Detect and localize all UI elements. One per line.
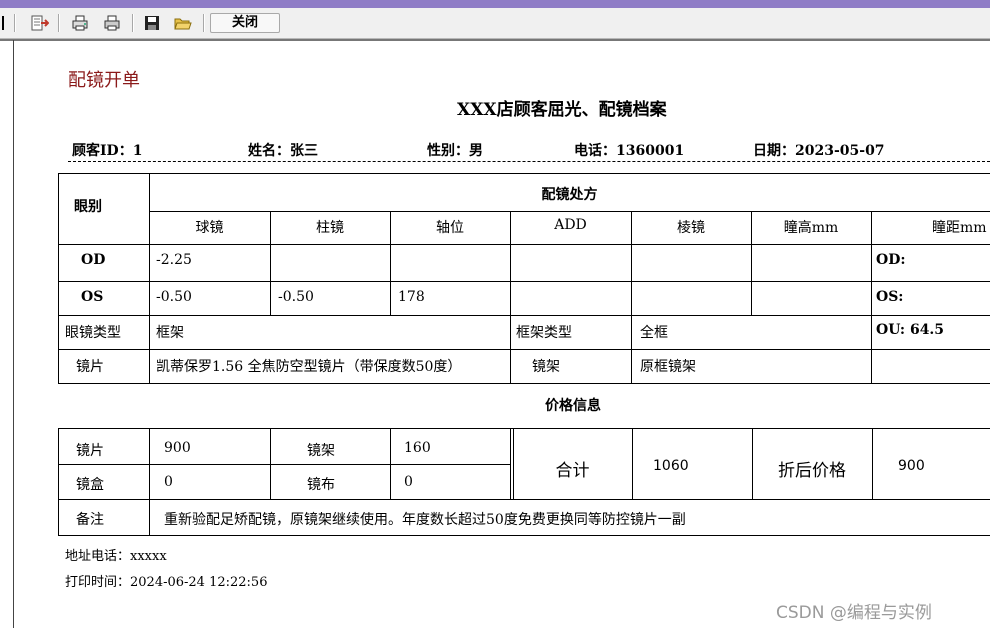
price-cloth-label: 镜布 [307, 477, 335, 493]
od-label: OD [81, 252, 106, 268]
toolbar [0, 8, 990, 39]
os-axis: 178 [398, 289, 425, 305]
header-sphere: 球镜 [195, 220, 224, 236]
discount-value: 900 [898, 458, 925, 474]
toolbar-separator [203, 14, 205, 32]
remark-label: 备注 [76, 512, 104, 528]
header-cylinder: 柱镜 [316, 220, 344, 236]
header-pupil-height: 瞳高mm [783, 220, 839, 236]
window-title-bar [0, 0, 990, 8]
open-folder-icon[interactable] [172, 13, 194, 33]
od-pupil-distance: OD: [876, 252, 906, 268]
ou-pupil-distance: OU: 64.5 [876, 322, 945, 338]
prescription-title: 配镜处方 [541, 187, 598, 203]
watermark: CSDN @编程与实例 [776, 603, 932, 623]
report-main-title: XXX店顾客屈光、配镜档案 [457, 100, 667, 120]
price-case-value: 0 [164, 474, 173, 490]
print-setup-icon[interactable] [68, 13, 92, 33]
export-icon[interactable] [28, 13, 52, 33]
os-cylinder: -0.50 [278, 289, 314, 305]
frame-type-value: 全框 [640, 325, 668, 341]
customer-phone: 电话：1360001 [574, 143, 685, 159]
os-label: OS [81, 289, 104, 305]
lens-label: 镜片 [76, 359, 104, 375]
price-frame-label: 镜架 [307, 443, 335, 459]
frame-type-label: 框架类型 [516, 325, 572, 341]
frame-value: 原框镜架 [640, 359, 696, 375]
remark-value: 重新验配足矫配镜，原镜架继续使用。年度数长超过50度免费更换同等防控镜片一副 [164, 512, 686, 528]
customer-name: 姓名：张三 [248, 143, 318, 159]
header-axis: 轴位 [436, 220, 464, 236]
header-prism: 棱镜 [677, 220, 705, 236]
toolbar-separator [14, 14, 16, 32]
header-add: ADD [554, 217, 587, 233]
toolbar-separator [132, 14, 134, 32]
report-small-title: 配镜开单 [68, 70, 140, 91]
total-label: 合计 [555, 461, 590, 481]
lens-value: 凯蒂保罗1.56 全焦防空型镜片（带保度数50度） [156, 359, 462, 375]
price-cloth-value: 0 [404, 474, 413, 490]
eye-label: 眼别 [74, 199, 102, 215]
toolbar-separator [58, 14, 60, 32]
frame-label: 镜架 [532, 359, 560, 375]
glasses-type-value: 框架 [156, 325, 184, 341]
price-frame-value: 160 [404, 440, 431, 456]
price-title: 价格信息 [545, 398, 601, 414]
price-case-label: 镜盒 [76, 477, 104, 493]
toolbar-grip [0, 13, 6, 33]
close-button[interactable]: 关闭 [210, 13, 280, 33]
price-lens-label: 镜片 [76, 443, 104, 459]
glasses-type-label: 眼镜类型 [65, 325, 121, 341]
os-pupil-distance: OS: [876, 289, 904, 305]
footer-print-time: 打印时间：2024-06-24 12:22:56 [65, 575, 268, 590]
customer-id: 顾客ID：1 [72, 143, 143, 159]
discount-label: 折后价格 [778, 461, 846, 481]
os-sphere: -0.50 [156, 289, 192, 305]
printer-icon[interactable] [100, 13, 124, 33]
od-sphere: -2.25 [156, 252, 192, 268]
header-pupil-distance: 瞳距mm [932, 220, 987, 236]
save-icon[interactable] [141, 13, 163, 33]
report-date: 日期：2023-05-07 [753, 143, 885, 159]
price-lens-value: 900 [164, 440, 191, 456]
footer-address: 地址电话：xxxxx [65, 549, 167, 564]
total-value: 1060 [653, 458, 689, 474]
info-divider [68, 161, 990, 162]
customer-gender: 性别：男 [427, 143, 483, 159]
